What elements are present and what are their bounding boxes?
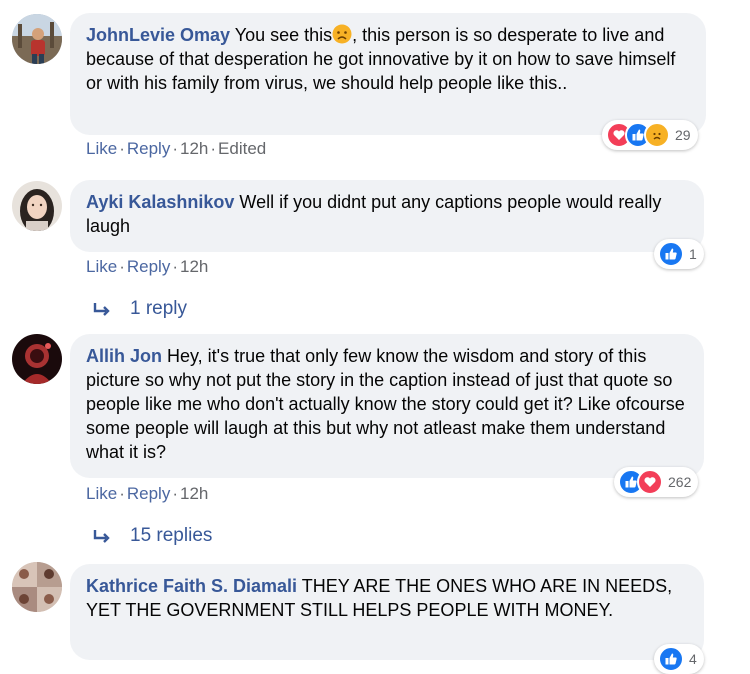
timestamp[interactable]: 12h [180, 257, 208, 276]
reply-button[interactable]: Reply [127, 139, 170, 158]
comment-author[interactable]: Ayki Kalashnikov [86, 192, 234, 212]
timestamp[interactable]: 12h [180, 484, 208, 503]
reaction-summary[interactable]: 4 [654, 644, 704, 674]
reply-button[interactable]: Reply [127, 257, 170, 276]
avatar[interactable] [12, 181, 62, 231]
reaction-summary[interactable]: 1 [654, 239, 704, 269]
reaction-summary[interactable]: 262 [614, 467, 699, 497]
replies-count[interactable]: 1 reply [130, 298, 187, 320]
avatar[interactable] [12, 334, 62, 384]
replies-count[interactable]: 15 replies [130, 525, 212, 547]
comment-actions: Like · Reply · 12h · Edited [86, 139, 267, 158]
timestamp[interactable]: 12h [180, 139, 208, 158]
love-reaction-icon [637, 469, 663, 495]
like-button[interactable]: Like [86, 139, 117, 158]
view-replies-link[interactable]: 1 reply [92, 298, 187, 320]
reply-button[interactable]: Reply [127, 484, 170, 503]
comment-author[interactable]: JohnLevie Omay [86, 25, 230, 45]
reaction-count: 4 [689, 651, 697, 667]
sad-reaction-icon [644, 122, 670, 148]
comment-bubble: Ayki Kalashnikov Well if you didnt put a… [70, 180, 704, 252]
like-reaction-icon [658, 241, 684, 267]
comment-author[interactable]: Kathrice Faith S. Diamali [86, 576, 297, 596]
reaction-count: 1 [689, 246, 697, 262]
comment-text: You see this [230, 25, 333, 45]
like-reaction-icon [658, 646, 684, 672]
reaction-summary[interactable]: 29 [602, 120, 698, 150]
comment-bubble: Allih Jon Hey, it's true that only few k… [70, 334, 704, 478]
view-replies-link[interactable]: 15 replies [92, 525, 212, 547]
reply-arrow-icon [93, 303, 110, 316]
comment-actions: Like · Reply · 12h [86, 484, 209, 503]
comment-actions: Like · Reply · 12h [86, 257, 209, 276]
reaction-count: 29 [675, 127, 691, 143]
reaction-count: 262 [668, 474, 692, 490]
avatar[interactable] [12, 562, 62, 612]
sad-face-icon [332, 24, 352, 44]
like-button[interactable]: Like [86, 257, 117, 276]
avatar[interactable] [12, 14, 62, 64]
reply-arrow-icon [93, 530, 110, 543]
edited-label[interactable]: Edited [218, 139, 266, 158]
comment-bubble: Kathrice Faith S. Diamali THEY ARE THE O… [70, 564, 704, 660]
comment-author[interactable]: Allih Jon [86, 346, 162, 366]
comment-text: Hey, it's true that only few know the wi… [86, 346, 685, 462]
like-button[interactable]: Like [86, 484, 117, 503]
comment-bubble: JohnLevie Omay You see this, this person… [70, 13, 706, 135]
